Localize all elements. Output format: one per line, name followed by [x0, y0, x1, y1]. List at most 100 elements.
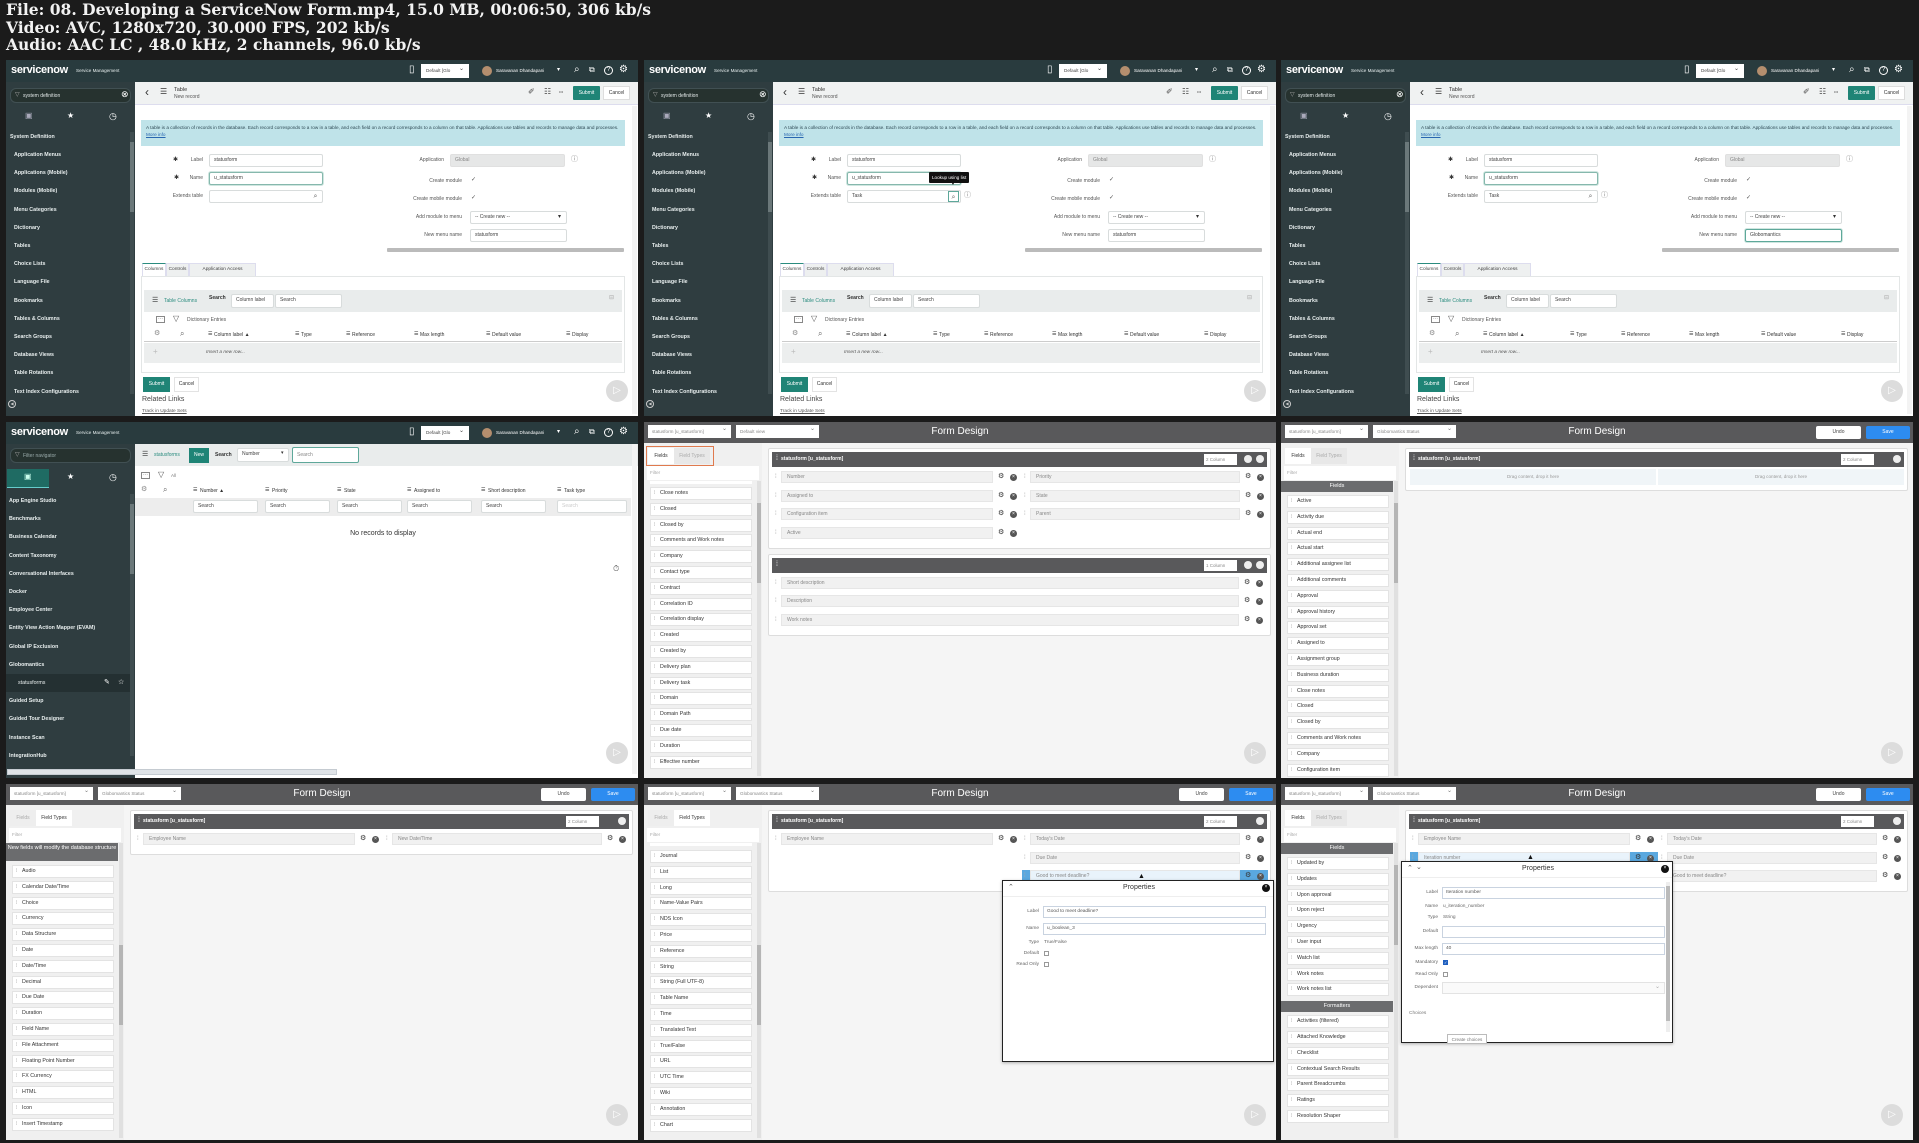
clear-filter-icon[interactable]: ⊗ — [1396, 90, 1404, 99]
palette-field-item[interactable]: Correlation ID — [650, 597, 752, 611]
palette-field-item[interactable]: Contact type — [650, 566, 752, 579]
user-menu[interactable]: Saravanan Dhandapani — [496, 68, 544, 73]
palette-field-item[interactable]: Duration — [12, 1007, 114, 1021]
breadcrumb-dictionary-entries[interactable]: Dictionary Entries — [825, 317, 864, 323]
column-menu-icon[interactable]: ☰ — [208, 332, 212, 337]
create-module-checkbox[interactable]: ✓ — [1109, 177, 1114, 183]
column-menu-icon[interactable]: ☰ — [193, 488, 197, 493]
palette-field-item[interactable]: Delivery task — [650, 676, 752, 690]
tab-field-types[interactable]: Field Types — [1311, 448, 1347, 464]
tab-fields[interactable]: Fields — [648, 810, 674, 826]
palette-field-item[interactable]: Date/Time — [12, 959, 114, 973]
palette-field-item[interactable]: Created — [650, 629, 752, 643]
search-icon[interactable]: ⌕ — [574, 427, 580, 437]
column-menu-icon[interactable]: ☰ — [1124, 332, 1128, 337]
palette-field-item[interactable]: Annotation — [650, 1102, 752, 1116]
nav-item[interactable]: Applications (Mobile) — [1289, 170, 1343, 176]
column-search-icon[interactable]: ⌕ — [818, 330, 822, 338]
help-icon[interactable]: ? — [604, 66, 613, 75]
attachment-icon[interactable]: ✐ — [1166, 88, 1173, 96]
nav-item[interactable]: Menu Categories — [14, 207, 57, 213]
form-section-header[interactable]: ⁞ statusform [u_statusform] 2 Column — [772, 814, 1267, 829]
form-section-header[interactable]: ⁞ statusform [u_statusform] 2 Column — [1409, 452, 1904, 467]
section-remove-button[interactable] — [1893, 817, 1901, 825]
remove-field-icon[interactable]: × — [1257, 492, 1264, 500]
form-section-header[interactable]: ⁞ statusform [u_statusform] 2 Column — [772, 452, 1267, 467]
personalize-icon[interactable]: ☷ — [1182, 88, 1189, 96]
nav-module-statusforms[interactable]: statusforms — [18, 680, 45, 686]
column-menu-icon[interactable]: ☰ — [933, 332, 937, 337]
tab-fields[interactable]: Fields — [1285, 810, 1311, 826]
remove-field-icon[interactable]: × — [1894, 836, 1901, 843]
servicenow-logo[interactable]: servicenow — [1286, 64, 1343, 76]
property-name-input[interactable]: u_boolean_3 — [1043, 923, 1266, 935]
search-icon[interactable]: ⌕ — [1212, 65, 1218, 75]
form-field[interactable]: ⁞ State ⚙ × — [1022, 489, 1268, 504]
column-menu-icon[interactable]: ☰ — [984, 332, 988, 337]
palette-field-item[interactable]: Assignment group — [1287, 653, 1389, 666]
related-search-input[interactable]: Search — [275, 294, 342, 308]
nav-item[interactable]: Benchmarks — [9, 516, 41, 522]
nav-item[interactable]: Text Index Configurations — [1289, 389, 1354, 395]
attachment-icon[interactable]: ✐ — [528, 88, 535, 96]
related-list-title[interactable]: Table Columns — [1439, 298, 1472, 304]
column-menu-icon[interactable]: ☰ — [481, 488, 485, 493]
nav-item[interactable]: Docker — [9, 589, 27, 595]
tab-columns[interactable]: Columns — [1417, 263, 1441, 276]
insert-row[interactable]: + Insert a new row... — [144, 343, 622, 363]
more-info-link[interactable]: More info — [784, 132, 804, 137]
list-title[interactable]: statusforms — [154, 452, 180, 458]
column-header[interactable]: Reference — [1627, 332, 1650, 338]
chat-icon[interactable]: ⧉ — [589, 66, 595, 74]
filter-icon[interactable]: ▽ — [173, 315, 179, 323]
nav-item[interactable]: Database Views — [652, 352, 692, 358]
collapse-list-icon[interactable]: ⊟ — [1247, 295, 1252, 301]
new-button[interactable]: New — [189, 448, 209, 463]
servicenow-logo[interactable]: servicenow — [11, 426, 68, 438]
submit-button[interactable]: Submit — [143, 377, 170, 392]
palette-field-item[interactable]: Urgency — [1287, 920, 1389, 934]
more-options-icon[interactable]: ••• — [1834, 90, 1838, 94]
insert-row[interactable]: + Insert a new row... — [1419, 343, 1897, 363]
remove-field-icon[interactable]: × — [1256, 579, 1263, 587]
form-field[interactable]: ⁞ Due Date ⚙ × — [1022, 851, 1268, 866]
field-properties-icon[interactable]: ⚙ — [607, 835, 613, 842]
undo-button[interactable]: Undo — [1816, 426, 1861, 439]
field-properties-icon[interactable]: ⚙ — [1245, 473, 1251, 480]
form-field[interactable]: ⁞ Work notes ⚙ × — [773, 614, 1267, 628]
column-header[interactable]: Default value — [492, 332, 521, 338]
palette-field-item[interactable]: Attached Knowledge — [1287, 1031, 1389, 1044]
properties-scroll-thumb[interactable] — [1666, 886, 1670, 1021]
field-properties-icon[interactable]: ⚙ — [1635, 835, 1641, 842]
tab-field-types[interactable]: Field Types — [36, 810, 72, 826]
column-layout-select[interactable]: 2 Column — [1204, 454, 1237, 465]
palette-field-item[interactable]: Chart — [650, 1118, 752, 1132]
palette-field-item[interactable]: Close notes — [1287, 684, 1389, 698]
chat-icon[interactable]: ⧉ — [1227, 66, 1233, 74]
nav-item[interactable]: Modules (Mobile) — [14, 188, 57, 194]
tab-columns[interactable]: Columns — [142, 263, 166, 276]
back-icon[interactable]: ‹ — [1420, 86, 1424, 98]
collapse-navigator-icon[interactable]: ◀ — [8, 400, 16, 408]
property-default-input[interactable] — [1442, 926, 1665, 938]
header-submit-button[interactable]: Submit — [1848, 86, 1875, 100]
palette-field-item[interactable]: Upon reject — [1287, 904, 1389, 918]
list-menu-icon[interactable]: ☰ — [1427, 297, 1433, 304]
palette-field-item[interactable]: List — [650, 865, 752, 879]
column-menu-icon[interactable]: ☰ — [346, 332, 350, 337]
nav-item[interactable]: Guided Setup — [9, 698, 43, 704]
related-list-title[interactable]: Table Columns — [164, 298, 197, 304]
column-search-input[interactable]: Search — [265, 500, 330, 513]
field-properties-icon[interactable]: ⚙ — [1245, 872, 1251, 879]
palette-field-item[interactable]: File Attachment — [12, 1038, 114, 1052]
filter-icon[interactable]: ▽ — [1448, 315, 1454, 323]
palette-field-item[interactable]: Checklist — [1287, 1046, 1389, 1060]
nav-item[interactable]: Table Rotations — [652, 370, 691, 376]
favorites-icon[interactable]: ★ — [67, 112, 74, 120]
nav-item[interactable]: Dictionary — [14, 225, 40, 231]
palette-field-item[interactable]: User input — [1287, 936, 1389, 949]
column-layout-select[interactable]: 2 Column — [1841, 816, 1874, 827]
palette-field-item[interactable]: Time — [650, 1008, 752, 1021]
search-field-select[interactable]: Column label — [231, 294, 274, 308]
palette-field-item[interactable]: True/False — [650, 1039, 752, 1053]
